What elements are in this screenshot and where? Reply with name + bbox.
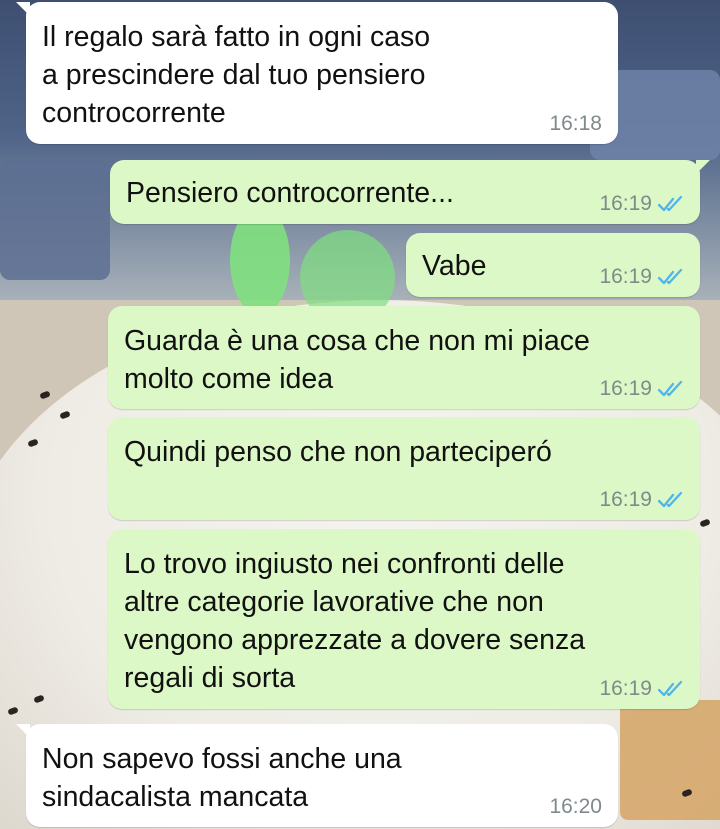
message-time: 16:20 — [549, 795, 602, 818]
message-bubble-outgoing[interactable]: Guarda è una cosa che non mi piace molto… — [108, 306, 700, 409]
message-bubble-incoming[interactable]: Il regalo sarà fatto in ogni caso a pres… — [16, 2, 618, 144]
message-time: 16:19 — [599, 192, 652, 215]
message-meta: 16:19 — [599, 265, 684, 289]
message-time: 16:19 — [599, 377, 652, 400]
message-time: 16:19 — [599, 265, 652, 288]
message-time: 16:19 — [599, 488, 652, 511]
bubble-tail — [16, 724, 30, 738]
double-check-icon — [658, 268, 683, 285]
message-meta: 16:19 — [599, 377, 684, 401]
message-meta: 16:19 — [599, 677, 684, 701]
bubble-tail — [696, 160, 710, 174]
message-time: 16:18 — [549, 112, 602, 135]
message-bubble-outgoing[interactable]: Vabe 16:19 — [406, 233, 700, 297]
message-bubble-outgoing[interactable]: Lo trovo ingiusto nei confronti delle al… — [108, 529, 700, 709]
message-bubble-outgoing[interactable]: Pensiero controcorrente... 16:19 — [110, 160, 710, 224]
message-meta: 16:20 — [549, 795, 602, 819]
message-bubble-outgoing[interactable]: Quindi penso che non parteciperó 16:19 — [108, 417, 700, 520]
message-meta: 16:18 — [549, 112, 602, 136]
message-time: 16:19 — [599, 677, 652, 700]
message-text: Non sapevo fossi anche una sindacalista … — [42, 743, 402, 813]
double-check-icon — [658, 680, 683, 697]
double-check-icon — [658, 380, 683, 397]
message-meta: 16:19 — [599, 192, 684, 216]
double-check-icon — [658, 195, 683, 212]
message-text: Lo trovo ingiusto nei confronti delle al… — [124, 548, 586, 694]
message-meta: 16:19 — [599, 488, 684, 512]
double-check-icon — [658, 491, 683, 508]
message-bubble-incoming[interactable]: Non sapevo fossi anche una sindacalista … — [16, 724, 618, 827]
bubble-tail — [16, 2, 30, 16]
message-text: Quindi penso che non parteciperó — [124, 436, 552, 468]
message-text: Il regalo sarà fatto in ogni caso a pres… — [42, 21, 431, 129]
